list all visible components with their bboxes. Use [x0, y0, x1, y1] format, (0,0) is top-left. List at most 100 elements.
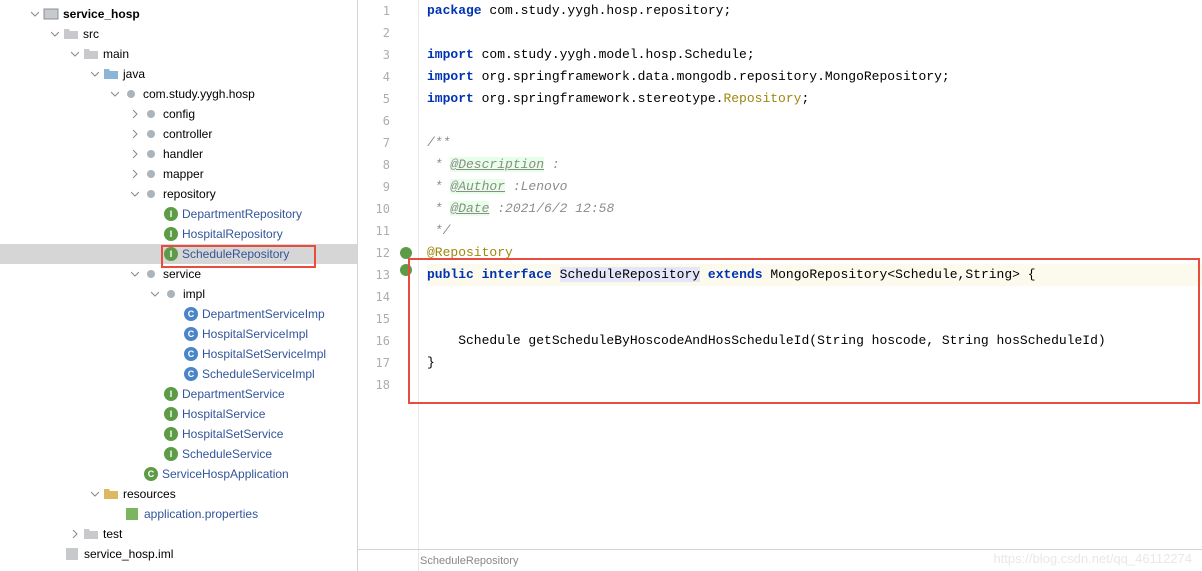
tree-node-svc-0[interactable]: I DepartmentService	[0, 384, 357, 404]
tree-label: HospitalSetService	[182, 427, 283, 441]
tree-label: test	[103, 527, 122, 541]
tree-node-iml[interactable]: service_hosp.iml	[0, 544, 357, 564]
tree-label: service_hosp.iml	[84, 547, 173, 561]
chevron-down-icon[interactable]	[90, 69, 100, 79]
chevron-right-icon[interactable]	[130, 169, 140, 179]
tree-node-app[interactable]: C ServiceHospApplication	[0, 464, 357, 484]
interface-icon: I	[164, 387, 178, 401]
chevron-down-icon[interactable]	[50, 29, 60, 39]
folder-icon	[83, 526, 99, 542]
interface-icon: I	[164, 227, 178, 241]
chevron-down-icon[interactable]	[70, 49, 80, 59]
tree-label: repository	[163, 187, 216, 201]
chevron-down-icon[interactable]	[130, 189, 140, 199]
tree-label: DepartmentServiceImp	[202, 307, 325, 321]
folder-icon	[63, 26, 79, 42]
tree-label: service_hosp	[63, 7, 140, 21]
code-content[interactable]: package com.study.yygh.hosp.repository; …	[419, 0, 1202, 571]
tree-label: main	[103, 47, 129, 61]
interface-icon: I	[164, 207, 178, 221]
spring-bean-icon[interactable]	[400, 264, 412, 276]
code-editor[interactable]: 123456789101112131415161718 package com.…	[358, 0, 1202, 571]
tree-node-svc-3[interactable]: I ScheduleService	[0, 444, 357, 464]
tree-node-service[interactable]: service	[0, 264, 357, 284]
tree-node-impl-1[interactable]: C HospitalServiceImpl	[0, 324, 357, 344]
class-icon: C	[184, 327, 198, 341]
tree-label: service	[163, 267, 201, 281]
tree-node-impl[interactable]: impl	[0, 284, 357, 304]
tree-node-dept-repo[interactable]: I DepartmentRepository	[0, 204, 357, 224]
package-icon	[143, 166, 159, 182]
package-icon	[143, 146, 159, 162]
tree-node-svc-1[interactable]: I HospitalService	[0, 404, 357, 424]
folder-icon	[83, 46, 99, 62]
tree-node-impl-2[interactable]: C HospitalSetServiceImpl	[0, 344, 357, 364]
package-icon	[163, 286, 179, 302]
tree-node-svc-2[interactable]: I HospitalSetService	[0, 424, 357, 444]
tree-node-config[interactable]: config	[0, 104, 357, 124]
line-numbers: 123456789101112131415161718	[358, 0, 398, 571]
tree-label: application.properties	[144, 507, 258, 521]
tree-node-sched-repo[interactable]: I ScheduleRepository	[0, 244, 357, 264]
package-icon	[143, 126, 159, 142]
tree-label: DepartmentRepository	[182, 207, 302, 221]
tree-node-repository[interactable]: repository	[0, 184, 357, 204]
class-icon: C	[184, 347, 198, 361]
chevron-right-icon[interactable]	[130, 109, 140, 119]
package-icon	[143, 186, 159, 202]
gutter: 123456789101112131415161718	[358, 0, 419, 571]
tree-label: HospitalRepository	[182, 227, 283, 241]
tree-node-handler[interactable]: handler	[0, 144, 357, 164]
package-icon	[143, 266, 159, 282]
tree-label: config	[163, 107, 195, 121]
tree-label: java	[123, 67, 145, 81]
breadcrumb-item[interactable]: ScheduleRepository	[420, 555, 518, 567]
chevron-right-icon[interactable]	[130, 129, 140, 139]
tree-label: com.study.yygh.hosp	[143, 87, 255, 101]
tree-node-main[interactable]: main	[0, 44, 357, 64]
tree-label: ScheduleRepository	[182, 247, 289, 261]
tree-label: HospitalSetServiceImpl	[202, 347, 326, 361]
tree-node-src[interactable]: src	[0, 24, 357, 44]
tree-node-hosp-repo[interactable]: I HospitalRepository	[0, 224, 357, 244]
tree-node-mapper[interactable]: mapper	[0, 164, 357, 184]
tree-node-resources[interactable]: resources	[0, 484, 357, 504]
interface-icon: I	[164, 427, 178, 441]
interface-icon: I	[164, 447, 178, 461]
tree-label: mapper	[163, 167, 204, 181]
project-tree[interactable]: service_hosp src main java com.study.yyg…	[0, 0, 358, 571]
gutter-icons	[398, 0, 418, 571]
interface-icon: I	[164, 247, 178, 261]
chevron-right-icon[interactable]	[70, 529, 80, 539]
chevron-right-icon[interactable]	[130, 149, 140, 159]
class-icon: C	[184, 367, 198, 381]
package-icon	[123, 86, 139, 102]
tree-node-test[interactable]: test	[0, 524, 357, 544]
source-folder-icon	[103, 66, 119, 82]
class-icon: C	[184, 307, 198, 321]
chevron-down-icon[interactable]	[110, 89, 120, 99]
tree-node-package[interactable]: com.study.yygh.hosp	[0, 84, 357, 104]
tree-label: resources	[123, 487, 176, 501]
resource-folder-icon	[103, 486, 119, 502]
tree-node-impl-3[interactable]: C ScheduleServiceImpl	[0, 364, 357, 384]
tree-label: ServiceHospApplication	[162, 467, 289, 481]
breadcrumb-bar: ScheduleRepository	[358, 549, 1202, 571]
spring-bean-icon[interactable]	[400, 247, 412, 259]
tree-label: DepartmentService	[182, 387, 285, 401]
tree-label: src	[83, 27, 99, 41]
tree-node-impl-0[interactable]: C DepartmentServiceImp	[0, 304, 357, 324]
chevron-down-icon[interactable]	[90, 489, 100, 499]
iml-icon	[64, 546, 80, 562]
chevron-down-icon[interactable]	[130, 269, 140, 279]
chevron-down-icon[interactable]	[150, 289, 160, 299]
module-icon	[43, 6, 59, 22]
tree-label: ScheduleServiceImpl	[202, 367, 315, 381]
chevron-down-icon[interactable]	[30, 9, 40, 19]
tree-node-props[interactable]: application.properties	[0, 504, 357, 524]
tree-node-java[interactable]: java	[0, 64, 357, 84]
tree-node-controller[interactable]: controller	[0, 124, 357, 144]
tree-node-root[interactable]: service_hosp	[0, 4, 357, 24]
tree-label: impl	[183, 287, 205, 301]
tree-label: HospitalServiceImpl	[202, 327, 308, 341]
